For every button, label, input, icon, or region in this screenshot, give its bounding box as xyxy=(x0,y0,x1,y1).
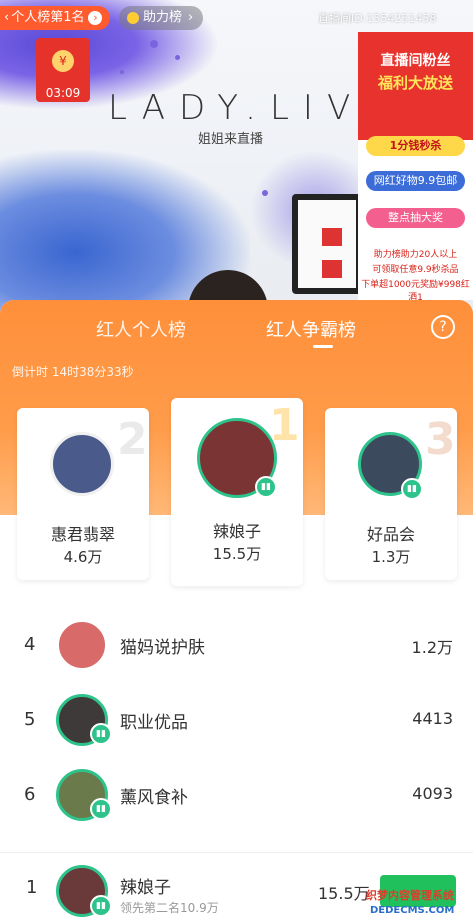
live-icon: ▮▮ xyxy=(401,478,423,500)
stream-logo: LADY.LIVE xyxy=(108,88,400,128)
my-name: 辣娘子 xyxy=(120,878,171,898)
list-rank: 4 xyxy=(24,634,36,655)
podium-rank: 3 xyxy=(425,414,456,465)
countdown: 倒计时 14时38分33秒 xyxy=(12,365,134,379)
paint-dot xyxy=(150,40,158,48)
tab-personal-rank[interactable]: 红人个人榜 xyxy=(96,316,186,342)
medal-icon xyxy=(127,12,139,24)
podium-card-3[interactable]: 3 ▮▮ 好品会 1.3万 xyxy=(325,408,457,580)
chevron-left-icon: ‹ xyxy=(4,10,10,25)
help-rank-label: 助力榜 xyxy=(143,10,183,25)
yuan-icon: ¥ xyxy=(52,50,74,72)
live-icon: ▮▮ xyxy=(255,476,277,498)
list-name: 薰风食补 xyxy=(120,788,188,808)
promo-pill: 整点抽大奖 xyxy=(366,208,465,228)
podium-value: 15.5万 xyxy=(212,545,262,563)
tab-contest-rank[interactable]: 红人争霸榜 xyxy=(266,316,356,342)
room-id: 直播间ID:1554251458 xyxy=(318,12,437,25)
my-lead-text: 领先第二名10.9万 xyxy=(120,901,219,915)
chevron-right-icon: › xyxy=(188,10,194,25)
red-envelope-timer: 03:09 xyxy=(45,86,81,100)
ranking-tabs: 红人个人榜 红人争霸榜 xyxy=(0,316,473,346)
podium-value: 1.3万 xyxy=(371,548,411,566)
list-name: 职业优品 xyxy=(120,713,188,733)
red-envelope[interactable]: ¥ 03:09 xyxy=(36,38,90,102)
list-score: 4413 xyxy=(412,709,453,728)
live-icon: ▮▮ xyxy=(90,895,112,917)
chevron-right-icon: › xyxy=(88,11,103,25)
paint-dot xyxy=(262,190,268,196)
podium-card-2[interactable]: 2 惠君翡翠 4.6万 xyxy=(17,408,149,580)
laptop-image xyxy=(292,194,362,294)
list-item[interactable]: 5 ▮▮ 职业优品 4413 xyxy=(0,685,473,755)
podium-name: 辣娘子 xyxy=(212,522,261,541)
paint-dot xyxy=(175,55,180,60)
my-rank: 1 xyxy=(26,877,38,898)
promo-fine-print: 助力榜助力20人以上 xyxy=(373,250,458,260)
promo-pill: 网红好物9.9包邮 xyxy=(366,171,465,191)
podium-rank: 2 xyxy=(117,414,148,465)
list-item[interactable]: 6 ▮▮ 薰风食补 4093 xyxy=(0,760,473,830)
paint-dot xyxy=(120,70,124,74)
watermark-url: DEDECMS.COM xyxy=(370,905,455,916)
promo-pill: 1分钱秒杀 xyxy=(366,136,465,156)
live-icon: ▮▮ xyxy=(90,798,112,820)
list-rank: 5 xyxy=(24,709,36,730)
list-name: 猫妈说护肤 xyxy=(120,638,205,658)
ranking-panel: 红人个人榜 红人争霸榜 ? 倒计时 14时38分33秒 2 惠君翡翠 4.6万 … xyxy=(0,300,473,923)
active-tab-indicator xyxy=(313,345,333,348)
podium-value: 4.6万 xyxy=(63,548,103,566)
watermark-text: 织梦内容管理系统 xyxy=(366,889,454,902)
promo-fine-print: 可领取任意9.9秒杀品 xyxy=(372,265,459,275)
promo-subtitle: 福利大放送 xyxy=(377,74,453,92)
live-icon: ▮▮ xyxy=(90,723,112,745)
podium-name: 惠君翡翠 xyxy=(50,525,115,544)
list-score: 4093 xyxy=(412,784,453,803)
list-rank: 6 xyxy=(24,784,36,805)
live-stream-view: LADY.LIVE 姐姐来直播 ‹ 个人榜第1名 › 助力榜 › 直播间ID:1… xyxy=(0,0,473,320)
help-rank-chip[interactable]: 助力榜 › xyxy=(119,6,204,30)
podium-name: 好品会 xyxy=(366,525,415,544)
personal-rank-label: 个人榜第1名 xyxy=(11,10,85,25)
avatar xyxy=(50,432,114,496)
podium-card-1[interactable]: 1 ▮▮ 辣娘子 15.5万 xyxy=(171,398,303,586)
my-score: 15.5万 xyxy=(318,884,370,903)
list-item[interactable]: 4 猫妈说护肤 1.2万 xyxy=(0,610,473,680)
stream-logo-subtitle: 姐姐来直播 xyxy=(198,132,264,147)
promo-title: 直播间粉丝 xyxy=(380,53,451,69)
promo-banner[interactable]: 直播间粉丝 福利大放送 1分钱秒杀 网红好物9.9包邮 整点抽大奖 助力榜助力2… xyxy=(358,32,473,303)
list-score: 1.2万 xyxy=(411,638,453,657)
question-icon[interactable]: ? xyxy=(431,315,455,339)
avatar xyxy=(56,619,108,671)
personal-rank-chip[interactable]: ‹ 个人榜第1名 › xyxy=(0,6,111,30)
